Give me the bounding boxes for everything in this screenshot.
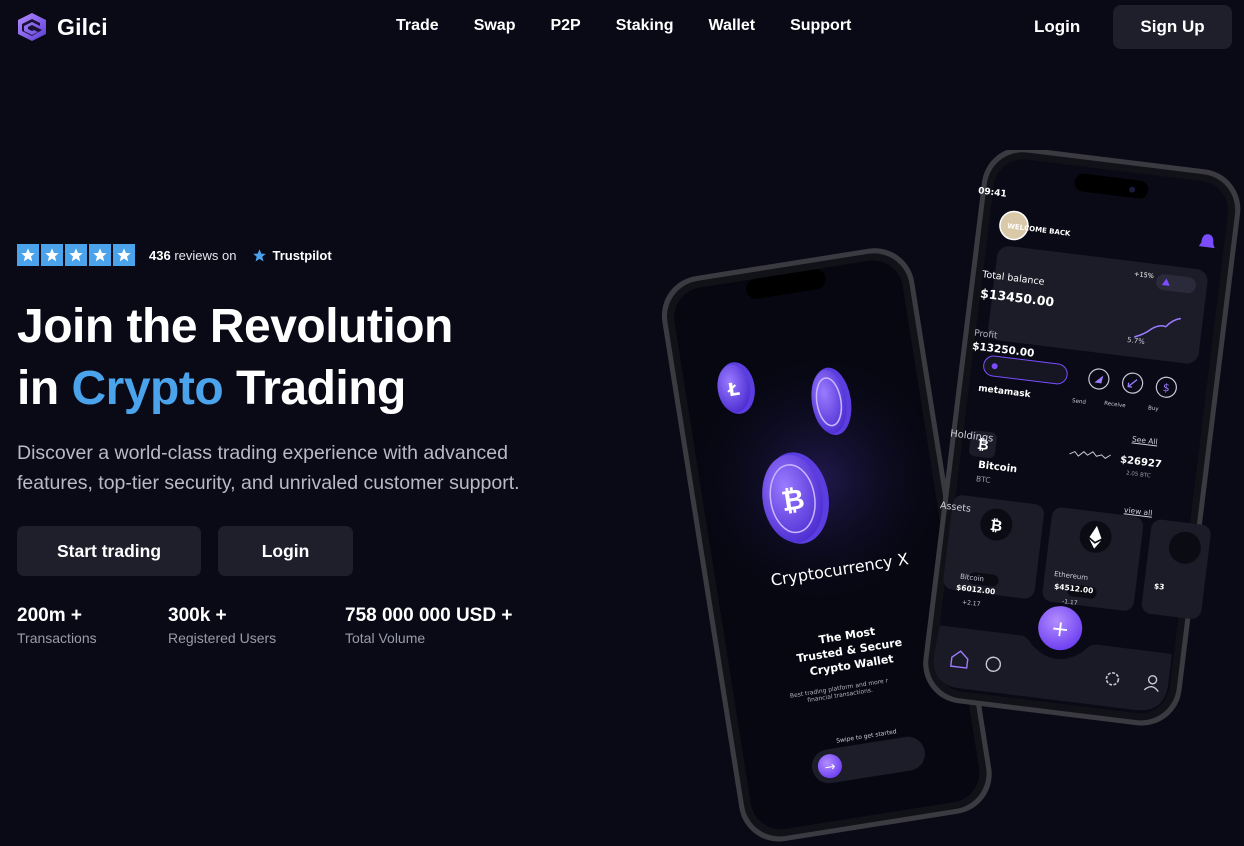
nav-link-swap[interactable]: Swap <box>474 17 516 35</box>
stat-label: Transactions <box>17 630 97 646</box>
svg-text:+: + <box>1049 616 1070 643</box>
stat-label: Registered Users <box>168 630 277 646</box>
star-icon <box>113 244 135 266</box>
headline-end: Trading <box>236 362 406 415</box>
nav-login-link[interactable]: Login <box>1034 17 1080 37</box>
svg-text:₿: ₿ <box>989 516 1003 535</box>
start-trading-button[interactable]: Start trading <box>17 526 201 576</box>
trustpilot-rating: 436 reviews on Trustpilot <box>17 244 332 266</box>
action-buy[interactable]: Buy <box>1148 405 1159 412</box>
nav-link-support[interactable]: Support <box>790 17 851 35</box>
asset-price: $3 <box>1153 581 1165 592</box>
signup-button[interactable]: Sign Up <box>1113 5 1232 49</box>
reviews-text: 436 reviews on <box>149 248 236 263</box>
nav-link-staking[interactable]: Staking <box>616 17 674 35</box>
star-icon <box>17 244 39 266</box>
gilci-logo-icon <box>18 13 46 41</box>
stat-value: 200m + <box>17 605 82 626</box>
stat-value: 300k + <box>168 605 227 626</box>
headline-line1: Join the Revolution <box>17 300 453 353</box>
trustpilot-star-icon <box>253 248 267 261</box>
stat-value: 758 000 000 USD + <box>345 605 513 626</box>
nav-links: Trade Swap P2P Staking Wallet Support <box>396 17 886 35</box>
star-icon <box>65 244 87 266</box>
stat-transactions: 200m + Transactions <box>17 605 97 646</box>
trustpilot-link[interactable]: Trustpilot <box>252 247 332 263</box>
hero-login-button[interactable]: Login <box>218 526 353 576</box>
star-rating <box>17 244 135 266</box>
holding-ticker: BTC <box>975 474 992 485</box>
headline-in: in <box>17 362 59 415</box>
reviews-label: reviews on <box>174 247 237 263</box>
nav-link-wallet[interactable]: Wallet <box>709 17 756 35</box>
stat-users: 300k + Registered Users <box>168 605 276 646</box>
phones-illustration: Ł ₿ → $ ₿ ₿ + <box>661 150 1241 842</box>
brand-name: Gilci <box>57 13 108 40</box>
brand-logo[interactable]: Gilci <box>16 12 108 42</box>
hero-subtitle: Discover a world-class trading experienc… <box>17 442 520 494</box>
phone-mockups: Ł ₿ → $ ₿ ₿ + Cryptocurrency X The Most … <box>660 150 1244 846</box>
top-navigation: Gilci Trade Swap P2P Staking Wallet Supp… <box>0 0 1244 56</box>
star-icon <box>41 244 63 266</box>
headline-accent: Crypto <box>71 362 224 415</box>
nav-link-trade[interactable]: Trade <box>396 17 439 35</box>
hero-headline: Join the Revolution in Crypto Trading <box>17 296 453 420</box>
star-icon <box>89 244 111 266</box>
trustpilot-label: Trustpilot <box>272 247 332 263</box>
stat-volume: 758 000 000 USD + Total Volume <box>345 605 512 646</box>
nav-link-p2p[interactable]: P2P <box>550 17 580 35</box>
reviews-count: 436 <box>149 247 171 263</box>
stat-label: Total Volume <box>345 630 426 646</box>
